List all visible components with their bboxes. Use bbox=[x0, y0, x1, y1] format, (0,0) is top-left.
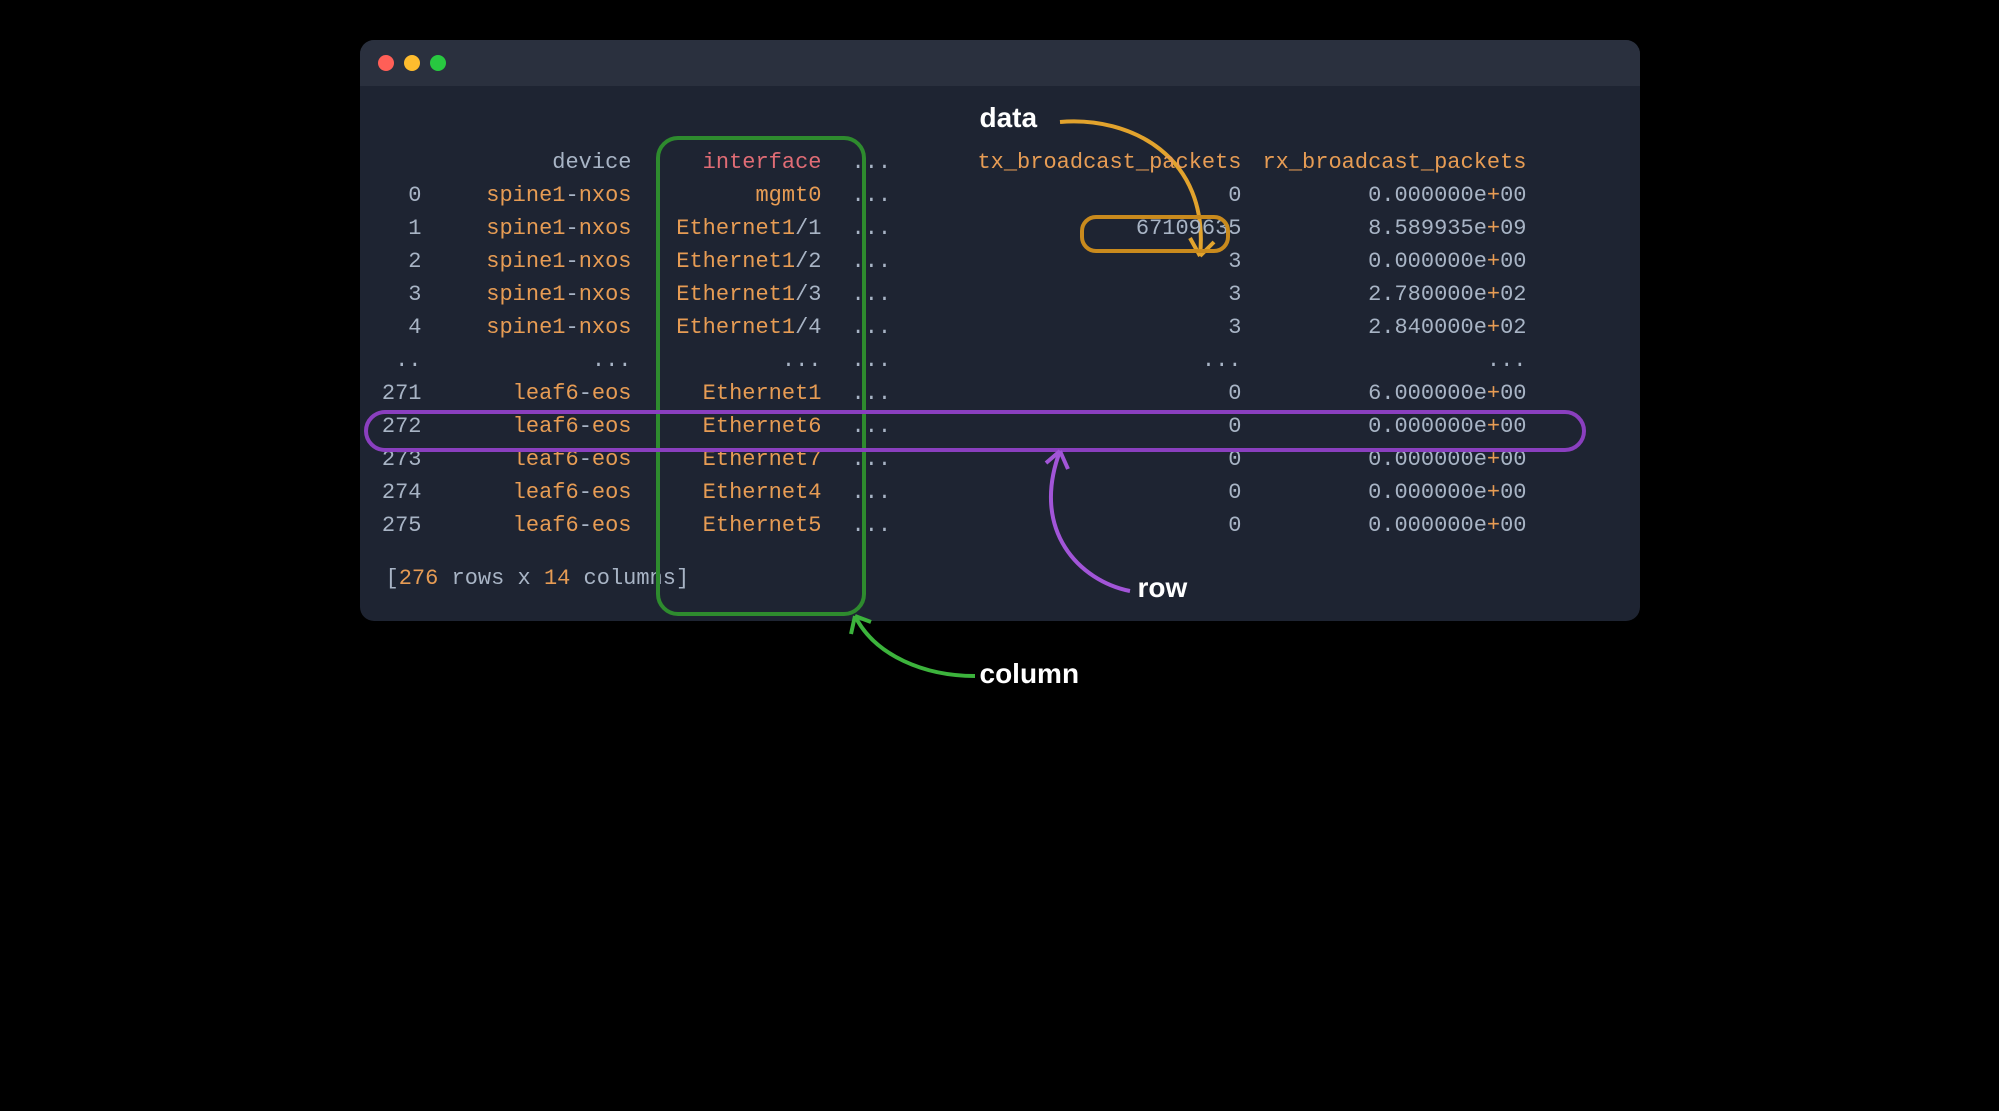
cell-rx: 0.000000e+00 bbox=[1242, 245, 1557, 278]
arrow-column bbox=[845, 606, 985, 696]
window-close-button[interactable] bbox=[378, 55, 394, 71]
cell-tx: 3 bbox=[912, 311, 1242, 344]
cell-ellipsis: ... bbox=[832, 509, 912, 542]
cell-interface: mgmt0 bbox=[632, 179, 832, 212]
cell-tx: 0 bbox=[912, 476, 1242, 509]
cell-tx: 3 bbox=[912, 245, 1242, 278]
cell-interface: Ethernet1 bbox=[632, 377, 832, 410]
cell-tx: 0 bbox=[912, 443, 1242, 476]
cell-tx: 67109635 bbox=[912, 212, 1242, 245]
cell-tx: 0 bbox=[912, 179, 1242, 212]
cell-rx: 8.589935e+09 bbox=[1242, 212, 1557, 245]
cell-device: spine1-nxos bbox=[442, 179, 632, 212]
header-row: device interface ... tx_broadcast_packet… bbox=[372, 146, 1557, 179]
row-index: .. bbox=[372, 344, 442, 377]
table-row: 1spine1-nxosEthernet1/1...671096358.5899… bbox=[372, 212, 1557, 245]
cell-tx: 3 bbox=[912, 278, 1242, 311]
col-header-tx: tx_broadcast_packets bbox=[912, 146, 1242, 179]
table-row: 0spine1-nxosmgmt0...00.000000e+00 bbox=[372, 179, 1557, 212]
cell-interface: Ethernet1/4 bbox=[632, 311, 832, 344]
cell-ellipsis: ... bbox=[832, 179, 912, 212]
cell-rx: 0.000000e+00 bbox=[1242, 509, 1557, 542]
annotation-label-column: column bbox=[980, 658, 1080, 690]
row-index: 275 bbox=[372, 509, 442, 542]
row-index: 3 bbox=[372, 278, 442, 311]
cell-rx: 0.000000e+00 bbox=[1242, 179, 1557, 212]
cell-device: leaf6-eos bbox=[442, 509, 632, 542]
cell-ellipsis: ... bbox=[832, 311, 912, 344]
cell-tx: 0 bbox=[912, 377, 1242, 410]
cell-interface: Ethernet1/3 bbox=[632, 278, 832, 311]
table-row: 4spine1-nxosEthernet1/4...32.840000e+02 bbox=[372, 311, 1557, 344]
window-zoom-button[interactable] bbox=[430, 55, 446, 71]
cell-ellipsis: ... bbox=[832, 476, 912, 509]
cell-interface: Ethernet5 bbox=[632, 509, 832, 542]
dataframe-output: device interface ... tx_broadcast_packet… bbox=[360, 146, 1640, 621]
row-index: 271 bbox=[372, 377, 442, 410]
top-annotation-area: data bbox=[360, 86, 1640, 146]
cell-rx: 6.000000e+00 bbox=[1242, 377, 1557, 410]
row-index: 4 bbox=[372, 311, 442, 344]
cell-rx: 0.000000e+00 bbox=[1242, 476, 1557, 509]
row-index: 1 bbox=[372, 212, 442, 245]
row-index: 274 bbox=[372, 476, 442, 509]
cell-interface: Ethernet1/2 bbox=[632, 245, 832, 278]
table-row: 2spine1-nxosEthernet1/2...30.000000e+00 bbox=[372, 245, 1557, 278]
cell-rx: 0.000000e+00 bbox=[1242, 443, 1557, 476]
cell-rx: ... bbox=[1242, 344, 1557, 377]
cell-device: leaf6-eos bbox=[442, 410, 632, 443]
cell-device: leaf6-eos bbox=[442, 443, 632, 476]
cell-ellipsis: ... bbox=[832, 212, 912, 245]
cell-device: spine1-nxos bbox=[442, 245, 632, 278]
col-header-rx: rx_broadcast_packets bbox=[1242, 146, 1557, 179]
window-titlebar bbox=[360, 40, 1640, 86]
table-row: 275leaf6-eosEthernet5...00.000000e+00 bbox=[372, 509, 1557, 542]
cell-tx: 0 bbox=[912, 410, 1242, 443]
table-row: 3spine1-nxosEthernet1/3...32.780000e+02 bbox=[372, 278, 1557, 311]
window-minimize-button[interactable] bbox=[404, 55, 420, 71]
annotation-label-row: row bbox=[1138, 572, 1188, 604]
cell-device: leaf6-eos bbox=[442, 377, 632, 410]
table-row: 274leaf6-eosEthernet4...00.000000e+00 bbox=[372, 476, 1557, 509]
cell-tx: ... bbox=[912, 344, 1242, 377]
table-row: 271leaf6-eosEthernet1...06.000000e+00 bbox=[372, 377, 1557, 410]
row-index: 0 bbox=[372, 179, 442, 212]
table-row: 273leaf6-eosEthernet7...00.000000e+00 bbox=[372, 443, 1557, 476]
col-header-ellipsis: ... bbox=[832, 146, 912, 179]
cell-tx: 0 bbox=[912, 509, 1242, 542]
dataframe-table: device interface ... tx_broadcast_packet… bbox=[372, 146, 1557, 542]
cell-ellipsis: ... bbox=[832, 377, 912, 410]
cell-interface: Ethernet4 bbox=[632, 476, 832, 509]
col-header-device: device bbox=[442, 146, 632, 179]
terminal-window: data device interface ... tx_broadcast_p… bbox=[360, 40, 1640, 621]
cell-ellipsis: ... bbox=[832, 344, 912, 377]
cell-device: leaf6-eos bbox=[442, 476, 632, 509]
cell-ellipsis: ... bbox=[832, 443, 912, 476]
shape-footer: [276 rows x 14 columns] bbox=[360, 542, 1640, 591]
cell-rx: 2.780000e+02 bbox=[1242, 278, 1557, 311]
table-row: 272leaf6-eosEthernet6...00.000000e+00 bbox=[372, 410, 1557, 443]
cell-ellipsis: ... bbox=[832, 245, 912, 278]
cell-ellipsis: ... bbox=[832, 410, 912, 443]
row-index: 2 bbox=[372, 245, 442, 278]
col-header-interface: interface bbox=[632, 146, 832, 179]
cell-interface: Ethernet1/1 bbox=[632, 212, 832, 245]
cell-device: spine1-nxos bbox=[442, 278, 632, 311]
annotation-label-data: data bbox=[980, 102, 1038, 134]
cell-ellipsis: ... bbox=[832, 278, 912, 311]
row-index: 272 bbox=[372, 410, 442, 443]
cell-interface: Ethernet6 bbox=[632, 410, 832, 443]
row-index: 273 bbox=[372, 443, 442, 476]
table-row: ................. bbox=[372, 344, 1557, 377]
cell-device: spine1-nxos bbox=[442, 311, 632, 344]
cell-rx: 2.840000e+02 bbox=[1242, 311, 1557, 344]
cell-interface: ... bbox=[632, 344, 832, 377]
cell-device: spine1-nxos bbox=[442, 212, 632, 245]
cell-rx: 0.000000e+00 bbox=[1242, 410, 1557, 443]
cell-interface: Ethernet7 bbox=[632, 443, 832, 476]
cell-device: ... bbox=[442, 344, 632, 377]
